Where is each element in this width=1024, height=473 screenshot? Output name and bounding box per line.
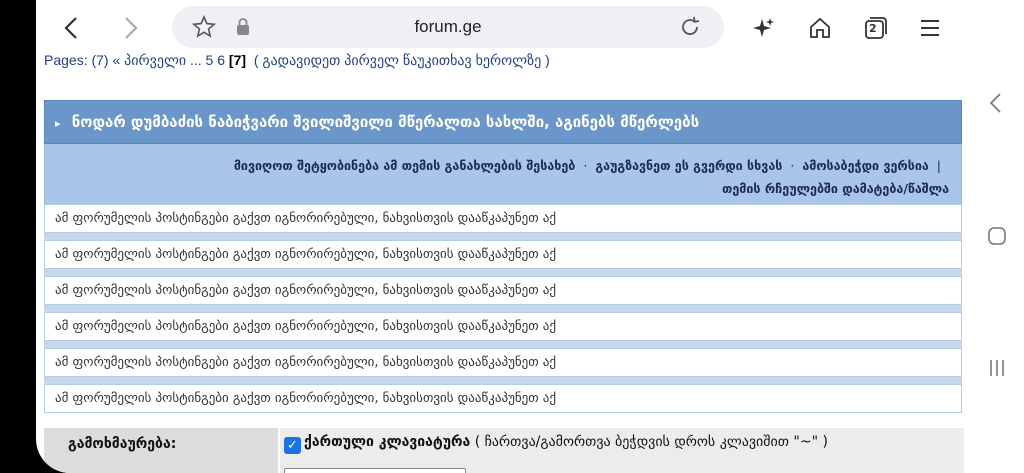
favorites-link[interactable]: თემის რჩეულებში დამატება/წაშლა	[722, 181, 949, 196]
separator-dot: ·	[790, 158, 795, 173]
keyboard-label: ქართული კლავიატურა	[304, 434, 471, 450]
topic-options: მივიღოთ შეტყობინება ამ თემის განახლების …	[44, 144, 962, 204]
menu-icon	[921, 20, 939, 36]
reload-icon[interactable]	[678, 15, 702, 39]
ignored-post-row[interactable]: ამ ფორუმელის პოსტინგები გაქვთ იგნორირებუ…	[44, 348, 962, 377]
home-circle-icon[interactable]	[987, 226, 1007, 246]
print-version-link[interactable]: ამოსაბეჭდი ვერსია	[802, 158, 928, 173]
ai-sparkle-button[interactable]	[746, 10, 782, 46]
ignored-post-row[interactable]: ამ ფორუმელის პოსტინგები გაქვთ იგნორირებუ…	[44, 240, 962, 269]
back-button[interactable]	[54, 10, 90, 46]
first-unread-link[interactable]: ( გადავიდეთ პირველ წაუკითხავ ხეროლზე )	[254, 52, 550, 68]
chevron-left-icon[interactable]	[988, 92, 1004, 114]
quick-reply-section: გამოხმაურება: ✓ ქართული კლავიატურა ( ჩართ…	[44, 428, 964, 473]
page-link-6[interactable]: 6	[217, 52, 225, 68]
ignored-post-row[interactable]: ამ ფორუმელის პოსტინგები გაქვთ იგნორირებუ…	[44, 384, 962, 413]
chevron-right-icon	[125, 17, 138, 39]
recent-apps-icon[interactable]	[987, 357, 1007, 379]
chevron-left-icon	[64, 17, 77, 39]
send-page-link[interactable]: გაუგზავნეთ ეს გვერდი სხვას	[595, 158, 782, 173]
topic-header: ▸ ნოდარ დუმბაძის ნაბიჭვარი შვილიშვილი მწ…	[44, 100, 962, 144]
georgian-keyboard-option: ✓ ქართული კლავიატურა ( ჩართვა/გამორთვა ბე…	[284, 434, 828, 454]
screen: forum.ge 2 Pages: (7) « პირველი ... 5 6 …	[36, 0, 968, 473]
url-text: forum.ge	[414, 17, 482, 36]
ignored-post-row[interactable]: ამ ფორუმელის პოსტინგები გაქვთ იგნორირებუ…	[44, 276, 962, 305]
home-icon	[810, 17, 830, 38]
separator-bar: |	[936, 158, 941, 173]
page-link-5[interactable]: 5	[206, 52, 214, 68]
forward-button[interactable]	[112, 10, 148, 46]
pages-count: Pages: (7)	[44, 52, 109, 68]
ignored-post-row[interactable]: ამ ფორუმელის პოსტინგები გაქვთ იგნორირებუ…	[44, 312, 962, 341]
address-bar[interactable]: forum.ge	[172, 6, 724, 48]
tab-count: 2	[869, 22, 877, 35]
reply-label: გამოხმაურება:	[68, 436, 177, 452]
home-button[interactable]	[802, 10, 838, 46]
reply-textarea[interactable]	[284, 468, 466, 473]
posts-list: ამ ფორუმელის პოსტინგები გაქვთ იგნორირებუ…	[44, 204, 962, 413]
pagination: Pages: (7) « პირველი ... 5 6 [7] ( გადავ…	[44, 52, 550, 69]
current-page: [7]	[228, 52, 247, 68]
track-topic-link[interactable]: მივიღოთ შეტყობინება ამ თემის განახლების …	[234, 158, 576, 173]
ignored-post-row[interactable]: ამ ფორუმელის პოსტინგები გაქვთ იგნორირებუ…	[44, 204, 962, 233]
sparkle-icon	[753, 18, 774, 37]
system-navigation	[968, 0, 1024, 473]
first-page-link[interactable]: « პირველი ...	[112, 52, 201, 68]
reply-options: ✓ ქართული კლავიატურა ( ჩართვა/გამორთვა ბე…	[278, 428, 964, 473]
topic-title: ნოდარ დუმბაძის ნაბიჭვარი შვილიშვილი მწერ…	[71, 113, 700, 131]
tabs-button[interactable]: 2	[858, 10, 894, 46]
separator-dot: ·	[583, 158, 588, 173]
menu-button[interactable]	[912, 10, 948, 46]
forum-page: Pages: (7) « პირველი ... 5 6 [7] ( გადავ…	[36, 48, 968, 473]
georgian-keyboard-checkbox[interactable]: ✓	[284, 437, 301, 454]
triangle-right-icon: ▸	[55, 117, 61, 130]
keyboard-hint: ( ჩართვა/გამორთვა ბეჭდვის დროს კლავიშით …	[474, 434, 828, 450]
